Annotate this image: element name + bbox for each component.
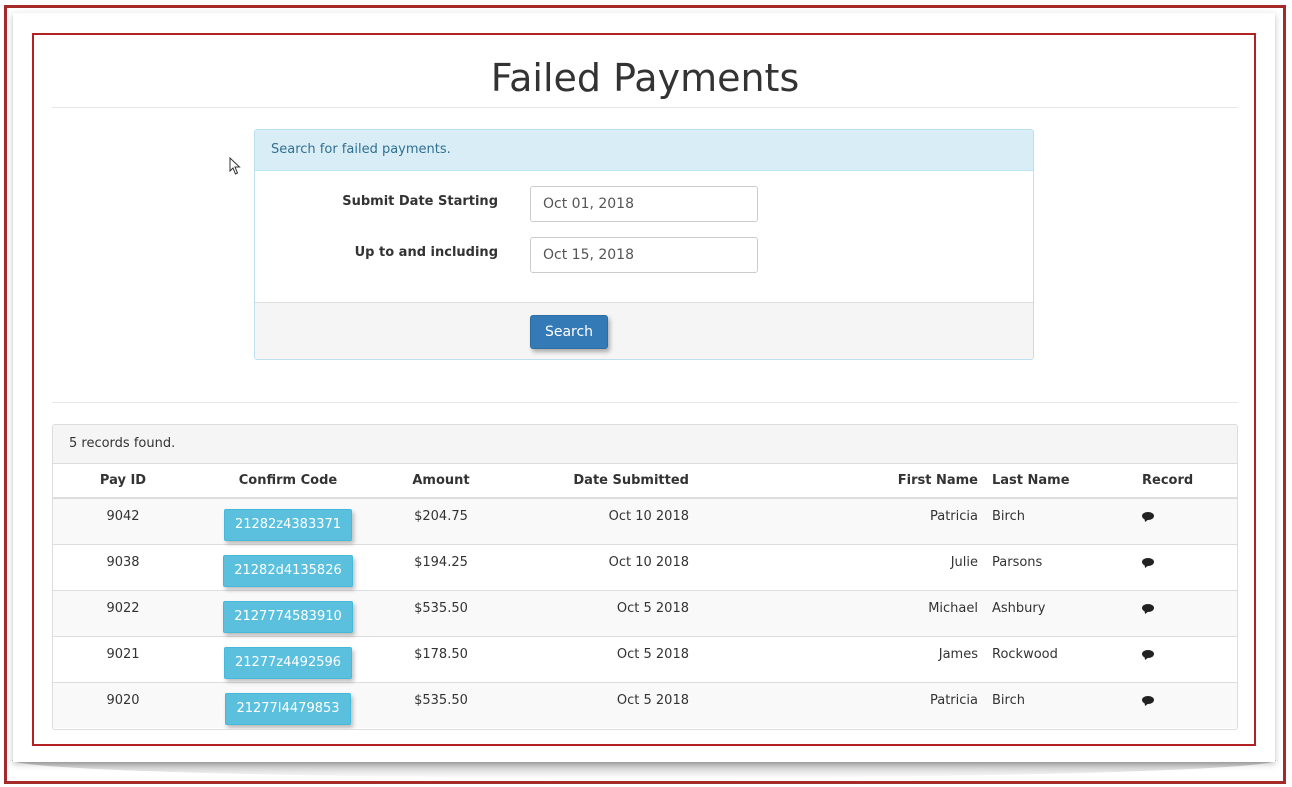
first-name-cell: Julie (950, 555, 978, 570)
table-header-row: Pay ID Confirm Code Amount Date Submitte… (53, 464, 1237, 499)
confirm-code-button[interactable]: 21282d4135826 (223, 555, 353, 587)
confirm-code-button[interactable]: 21282z4383371 (223, 509, 353, 541)
search-panel: Search for failed payments. Submit Date … (254, 129, 1034, 360)
confirm-code-button[interactable]: 21277I4479853 (225, 693, 351, 725)
table-row: 9042 21282z4383371 $204.75 Oct 10 2018 P… (53, 497, 1237, 545)
col-last-name: Last Name (978, 464, 1132, 499)
table-row: 9038 21282d4135826 $194.25 Oct 10 2018 J… (53, 544, 1237, 591)
confirm-code-button[interactable]: 2127774583910 (223, 601, 353, 633)
table-row: 9021 21277z4492596 $178.50 Oct 5 2018 Ja… (53, 636, 1237, 683)
end-date-label: Up to and including (354, 245, 498, 260)
last-name-cell: Parsons (992, 555, 1043, 570)
date-cell: Oct 5 2018 (616, 647, 689, 662)
start-date-input[interactable] (530, 186, 758, 222)
comment-icon[interactable] (1142, 558, 1154, 567)
col-record: Record (1132, 464, 1237, 499)
pay-id-cell: 9020 (106, 693, 140, 708)
date-cell: Oct 10 2018 (608, 509, 689, 524)
amount-cell: $535.50 (414, 693, 468, 708)
title-divider (52, 107, 1238, 108)
mouse-cursor-icon (229, 157, 241, 175)
last-name-cell: Birch (992, 693, 1025, 708)
date-cell: Oct 5 2018 (616, 601, 689, 616)
comment-icon[interactable] (1142, 604, 1154, 613)
start-date-row: Submit Date Starting (255, 186, 1033, 222)
pay-id-cell: 9021 (106, 647, 140, 662)
comment-icon[interactable] (1142, 650, 1154, 659)
search-button[interactable]: Search (530, 315, 608, 349)
date-cell: Oct 5 2018 (616, 693, 689, 708)
amount-cell: $178.50 (414, 647, 468, 662)
amount-cell: $535.50 (414, 601, 468, 616)
search-panel-heading: Search for failed payments. (255, 130, 1033, 171)
first-name-cell: James (938, 647, 978, 662)
first-name-cell: Michael (928, 601, 978, 616)
amount-cell: $204.75 (414, 509, 468, 524)
last-name-cell: Birch (992, 509, 1025, 524)
pay-id-cell: 9038 (106, 555, 140, 570)
last-name-cell: Rockwood (992, 647, 1058, 662)
last-name-cell: Ashbury (992, 601, 1046, 616)
table-row: 9022 2127774583910 $535.50 Oct 5 2018 Mi… (53, 590, 1237, 637)
results-table: Pay ID Confirm Code Amount Date Submitte… (53, 464, 1237, 728)
col-pay-id: Pay ID (53, 464, 193, 499)
col-first-name: First Name (883, 464, 978, 499)
comment-icon[interactable] (1142, 512, 1154, 521)
amount-cell: $194.25 (414, 555, 468, 570)
table-row: 9020 21277I4479853 $535.50 Oct 5 2018 Pa… (53, 682, 1237, 728)
search-panel-footer: Search (255, 302, 1033, 359)
page-title: Failed Payments (490, 56, 800, 100)
results-divider (52, 402, 1238, 403)
col-confirm-code: Confirm Code (193, 464, 383, 499)
pay-id-cell: 9022 (106, 601, 140, 616)
comment-icon[interactable] (1142, 696, 1154, 705)
end-date-input[interactable] (530, 237, 758, 273)
first-name-cell: Patricia (929, 509, 978, 524)
first-name-cell: Patricia (929, 693, 978, 708)
date-cell: Oct 10 2018 (608, 555, 689, 570)
confirm-code-button[interactable]: 21277z4492596 (223, 647, 353, 679)
results-panel: 5 records found. Pay ID Confirm Code Amo… (52, 424, 1238, 730)
col-date-submitted: Date Submitted (499, 464, 693, 499)
pay-id-cell: 9042 (106, 509, 140, 524)
col-amount: Amount (383, 464, 499, 499)
col-spacer (693, 464, 883, 499)
end-date-row: Up to and including (255, 237, 1033, 273)
start-date-label: Submit Date Starting (342, 194, 498, 209)
records-found-text: 5 records found. (53, 425, 1237, 464)
